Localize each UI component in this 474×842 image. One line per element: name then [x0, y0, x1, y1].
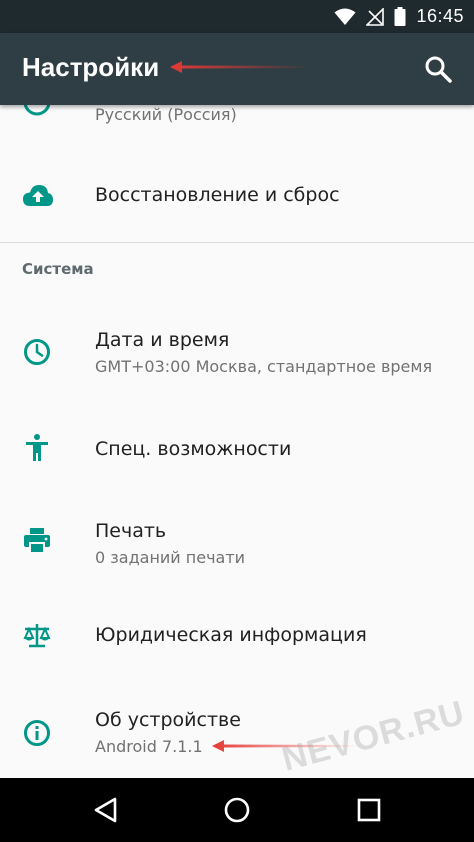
settings-item-backup-reset[interactable]: Восстановление и сброс	[0, 160, 474, 232]
settings-item-subtitle: 0 заданий печати	[95, 548, 246, 567]
section-header-system: Система	[22, 260, 94, 278]
settings-item-title: Печать	[95, 520, 167, 542]
annotation-arrow-icon	[170, 61, 310, 73]
settings-item-subtitle: Русский (Россия)	[95, 105, 237, 124]
settings-item-legal[interactable]: Юридическая информация	[0, 600, 474, 672]
recents-icon[interactable]	[351, 792, 387, 828]
app-bar: Настройки	[0, 33, 474, 105]
scales-icon	[23, 624, 51, 648]
settings-list: Русский (Россия) Восстановление и сброс …	[0, 105, 474, 778]
battery-icon	[394, 7, 406, 26]
wifi-icon	[334, 8, 356, 25]
status-icons: 16:45	[334, 0, 464, 33]
settings-item-printing[interactable]: Печать 0 заданий печати	[0, 500, 474, 580]
settings-item-title: Спец. возможности	[95, 438, 292, 460]
settings-item-subtitle: GMT+03:00 Москва, стандартное время	[95, 357, 433, 376]
navigation-bar	[0, 778, 474, 842]
signal-off-icon	[366, 7, 385, 26]
status-bar: 16:45	[0, 0, 474, 33]
info-icon	[24, 720, 50, 746]
settings-item-accessibility[interactable]: Спец. возможности	[0, 410, 474, 482]
page-title: Настройки	[22, 52, 160, 82]
settings-item-language[interactable]: Русский (Россия)	[0, 105, 474, 135]
section-divider	[0, 242, 474, 243]
globe-icon	[23, 105, 51, 116]
clock-icon	[24, 339, 50, 365]
status-time: 16:45	[416, 6, 464, 26]
settings-item-subtitle: Android 7.1.1	[95, 737, 203, 756]
home-icon[interactable]	[219, 792, 255, 828]
accessibility-icon	[26, 434, 48, 461]
settings-item-date-time[interactable]: Дата и время GMT+03:00 Москва, стандартн…	[0, 315, 474, 395]
cloud-upload-icon	[23, 185, 53, 206]
settings-item-title: Юридическая информация	[95, 624, 367, 646]
printer-icon	[24, 528, 50, 554]
settings-item-title: Об устройстве	[95, 709, 241, 731]
search-icon[interactable]	[422, 53, 454, 85]
settings-item-title: Восстановление и сброс	[95, 184, 340, 206]
settings-item-title: Дата и время	[95, 329, 230, 351]
back-icon[interactable]	[88, 792, 124, 828]
